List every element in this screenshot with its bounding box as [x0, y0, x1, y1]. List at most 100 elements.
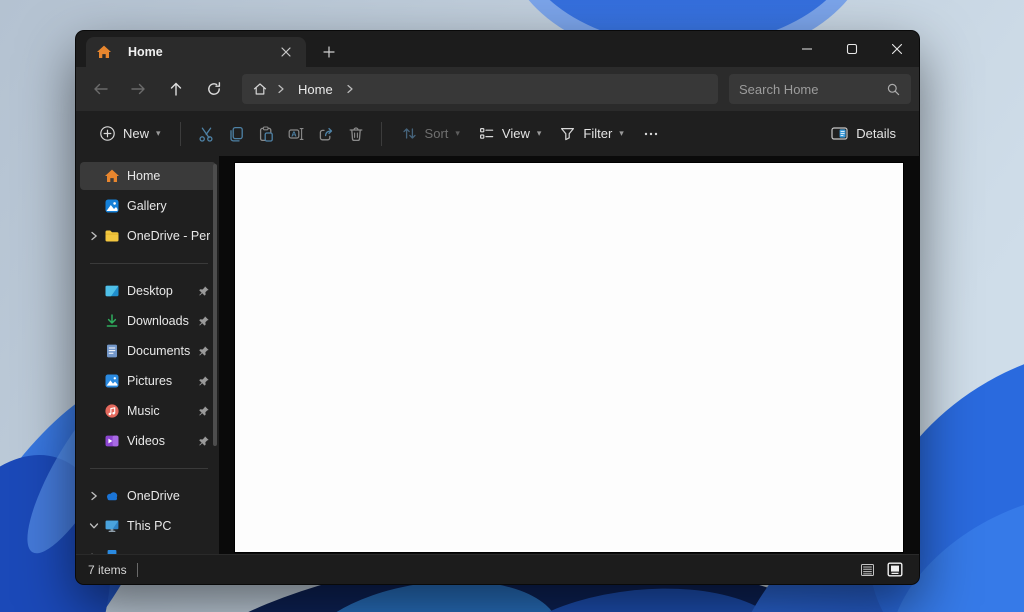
- music-icon: [104, 403, 120, 419]
- breadcrumb-chevron-icon[interactable]: [345, 83, 355, 95]
- breadcrumb[interactable]: Home: [242, 74, 718, 104]
- sidebar: Home Gallery OneDrive - Perso: [76, 156, 219, 554]
- sidebar-item-label: Videos: [127, 434, 194, 448]
- folder-content-area[interactable]: [234, 162, 904, 553]
- cut-button[interactable]: [191, 117, 221, 151]
- drive-icon: [104, 548, 120, 554]
- sidebar-item-documents[interactable]: Documents: [80, 337, 216, 365]
- filter-button[interactable]: Filter ▾: [550, 117, 632, 151]
- window-controls: [784, 31, 919, 67]
- sidebar-item-music[interactable]: Music: [80, 397, 216, 425]
- toolbar-divider: [381, 122, 382, 146]
- command-toolbar: New ▾ A Sort ▾ View ▾: [76, 111, 919, 156]
- filter-button-label: Filter: [583, 126, 612, 141]
- sidebar-item-partial[interactable]: [80, 542, 216, 554]
- close-button[interactable]: [874, 31, 919, 67]
- sidebar-item-label: Gallery: [127, 199, 210, 213]
- chevron-down-icon: ▾: [156, 128, 161, 139]
- sidebar-item-this-pc[interactable]: This PC: [80, 512, 216, 540]
- pin-icon: [198, 375, 210, 387]
- sidebar-item-label: Pictures: [127, 374, 194, 388]
- gallery-icon: [104, 198, 120, 214]
- toolbar-divider: [180, 122, 181, 146]
- breadcrumb-item-home[interactable]: Home: [294, 82, 337, 97]
- search-icon[interactable]: [886, 82, 901, 97]
- new-button-label: New: [123, 126, 149, 141]
- copy-button[interactable]: [221, 117, 251, 151]
- navigation-bar: Home Search Home: [76, 67, 919, 111]
- sidebar-item-gallery[interactable]: Gallery: [80, 192, 216, 220]
- details-button-label: Details: [856, 126, 896, 141]
- chevron-right-icon[interactable]: [84, 230, 104, 242]
- ellipsis-icon: [642, 125, 660, 143]
- sort-button-label: Sort: [425, 126, 449, 141]
- sidebar-item-label: OneDrive - Perso: [127, 229, 210, 243]
- sidebar-item-label: Home: [127, 169, 210, 183]
- breadcrumb-home-icon[interactable]: [252, 81, 268, 97]
- tab-home[interactable]: Home: [86, 37, 306, 67]
- titlebar: Home: [76, 31, 919, 67]
- icons-view-icon: [887, 562, 903, 577]
- chevron-down-icon[interactable]: [84, 520, 104, 532]
- back-icon[interactable]: [82, 73, 118, 105]
- minimize-button[interactable]: [784, 31, 829, 67]
- this-pc-icon: [104, 518, 120, 534]
- maximize-button[interactable]: [829, 31, 874, 67]
- new-button[interactable]: New ▾: [90, 117, 170, 151]
- view-button[interactable]: View ▾: [469, 117, 550, 151]
- circle-plus-icon: [99, 125, 116, 142]
- view-button-label: View: [502, 126, 530, 141]
- pin-icon: [198, 405, 210, 417]
- sidebar-item-label: This PC: [127, 519, 210, 533]
- statusbar: 7 items: [76, 554, 919, 584]
- sort-arrows-icon: [401, 125, 418, 142]
- file-explorer-window: Home: [75, 30, 920, 585]
- sidebar-item-onedrive-personal[interactable]: OneDrive - Perso: [80, 222, 216, 250]
- sidebar-item-label: Documents: [127, 344, 194, 358]
- statusbar-divider: [137, 563, 138, 577]
- refresh-icon[interactable]: [196, 73, 232, 105]
- tab-title: Home: [128, 45, 267, 59]
- share-button[interactable]: [311, 117, 341, 151]
- delete-button[interactable]: [341, 117, 371, 151]
- pin-icon: [198, 345, 210, 357]
- details-view-toggle[interactable]: [855, 559, 879, 581]
- sidebar-item-onedrive[interactable]: OneDrive: [80, 482, 216, 510]
- onedrive-cloud-icon: [104, 488, 120, 504]
- chevron-right-icon[interactable]: [84, 490, 104, 502]
- downloads-icon: [104, 313, 120, 329]
- search-placeholder: Search Home: [739, 82, 886, 97]
- sidebar-item-home[interactable]: Home: [80, 162, 216, 190]
- chevron-down-icon: ▾: [619, 128, 624, 139]
- view-list-icon: [478, 125, 495, 142]
- new-tab-icon[interactable]: [316, 39, 342, 65]
- tab-close-icon[interactable]: [276, 42, 296, 62]
- sidebar-separator: [90, 468, 208, 469]
- up-icon[interactable]: [158, 73, 194, 105]
- paste-button[interactable]: [251, 117, 281, 151]
- details-view-icon: [860, 563, 875, 577]
- forward-icon[interactable]: [120, 73, 156, 105]
- search-input[interactable]: Search Home: [729, 74, 911, 104]
- sort-button[interactable]: Sort ▾: [392, 117, 469, 151]
- sidebar-item-downloads[interactable]: Downloads: [80, 307, 216, 335]
- icons-view-toggle[interactable]: [883, 559, 907, 581]
- sidebar-item-desktop[interactable]: Desktop: [80, 277, 216, 305]
- sidebar-item-videos[interactable]: Videos: [80, 427, 216, 455]
- sidebar-scrollbar[interactable]: [213, 164, 217, 446]
- rename-button[interactable]: A: [281, 117, 311, 151]
- documents-icon: [104, 343, 120, 359]
- sidebar-item-label: Music: [127, 404, 194, 418]
- pin-icon: [198, 435, 210, 447]
- home-tab-icon: [96, 44, 112, 60]
- more-options-button[interactable]: [633, 117, 669, 151]
- details-pane-icon: [830, 125, 849, 142]
- sidebar-item-pictures[interactable]: Pictures: [80, 367, 216, 395]
- folder-icon: [104, 228, 120, 244]
- explorer-body: Home Gallery OneDrive - Perso: [76, 156, 919, 554]
- chevron-down-icon: ▾: [455, 128, 460, 139]
- pin-icon: [198, 285, 210, 297]
- details-button[interactable]: Details: [821, 117, 905, 151]
- chevron-right-icon: [84, 553, 104, 554]
- breadcrumb-chevron-icon[interactable]: [276, 83, 286, 95]
